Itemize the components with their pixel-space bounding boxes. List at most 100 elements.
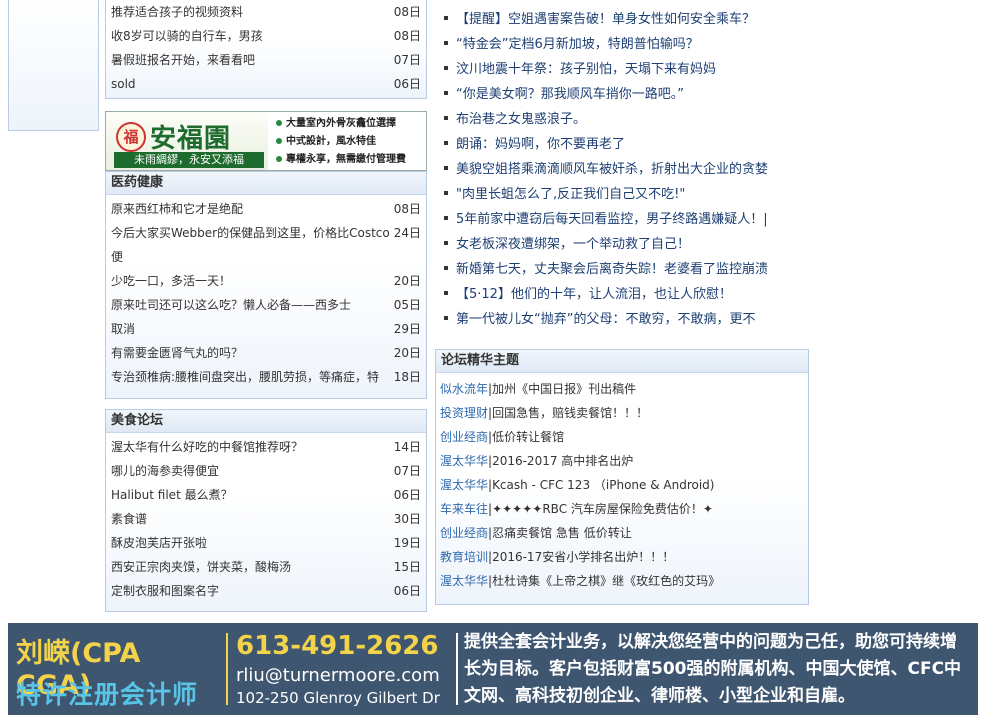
list-item-date: 20日 — [393, 346, 421, 360]
news-link[interactable]: 新婚第七天，丈夫聚会后离奇失踪！老婆看了监控崩溃 — [456, 262, 768, 277]
list-item[interactable]: 专治颈椎病:腰椎间盘突出，腰肌劳损，等痛症，特 18日 — [106, 365, 426, 389]
news-item[interactable]: 5年前家中遭窃后每天回看监控，男子终路遇嫌疑人！| — [436, 207, 796, 232]
list-item[interactable]: 原来西红柿和它才是绝配 08日 — [106, 197, 426, 221]
bullet-icon — [444, 166, 448, 170]
news-link[interactable]: 5年前家中遭窃后每天回看监控，男子终路遇嫌疑人！| — [456, 212, 768, 227]
forum-item[interactable]: 创业经商|低价转让餐馆 — [440, 425, 808, 449]
list-item[interactable]: 少吃一口，多活一天！ 20日 — [106, 269, 426, 293]
list-item-link[interactable]: 取消 — [111, 322, 135, 336]
news-item[interactable]: 汶川地震十年祭：孩子别怕，天塌下来有妈妈 — [436, 57, 796, 82]
list-item-link[interactable]: 原来西红柿和它才是绝配 — [111, 202, 243, 216]
list-item[interactable]: 收8岁可以骑的自行车，男孩 08日 — [106, 24, 426, 48]
list-item-link[interactable]: 专治颈椎病:腰椎间盘突出，腰肌劳损，等痛症，特 — [111, 370, 379, 384]
forum-list: 似水流年|加州《中国日报》刊出稿件 投资理财|回国急售，赔钱卖餐馆！！！ 创业经商|… — [436, 373, 808, 593]
forum-item[interactable]: 创业经商|忍痛卖餐馆 急售 低价转让 — [440, 521, 808, 545]
news-link[interactable]: 【提醒】空姐遇害案告破！单身女性如何安全乘车？ — [456, 12, 755, 27]
list-item-link[interactable]: 少吃一口，多活一天！ — [111, 274, 231, 288]
list-item[interactable]: 推荐适合孩子的视频资料 08日 — [106, 0, 426, 24]
forum-topic-link[interactable]: 杜杜诗集《上帝之棋》继《玫红色的艾玛》 — [492, 574, 720, 588]
accountant-ad-banner[interactable]: 刘嵘(CPA CGA) 特许注册会计师 613-491-2626 rliu@tu… — [8, 623, 978, 715]
bullet-icon — [276, 156, 282, 162]
forum-topic-link[interactable]: 加州《中国日报》刊出稿件 — [492, 382, 636, 396]
news-link[interactable]: 【5·12】他们的十年，让人流泪，也让人欣慰！ — [456, 287, 732, 302]
forum-topic-link[interactable]: 2016-17安省小学排名出炉！！！ — [492, 550, 674, 564]
list-item-link[interactable]: Halibut filet 最么煮？ — [111, 488, 233, 502]
news-item[interactable]: 美貌空姐搭乘滴滴顺风车被奸杀，折射出大企业的贪婪 — [436, 157, 796, 182]
list-item[interactable]: 暑假班报名开始，来看看吧 07日 — [106, 48, 426, 72]
news-item[interactable]: 第一代被儿女“抛弃”的父母：不敢穷，不敢病，更不 — [436, 307, 796, 332]
list-item[interactable]: 原来吐司还可以这么吃？懒人必备——西多士 05日 — [106, 293, 426, 317]
list-item-link[interactable]: 酥皮泡芙店开张啦 — [111, 536, 207, 550]
news-link[interactable]: 朗诵：妈妈啊，你不要再老了 — [456, 137, 625, 152]
list-item-link[interactable]: 今后大家买Webber的保健品到这里，价格比Costco便 — [111, 226, 390, 264]
bullet-icon — [444, 266, 448, 270]
list-item[interactable]: 酥皮泡芙店开张啦 19日 — [106, 531, 426, 555]
list-item-link[interactable]: 有需要金匮肾气丸的吗？ — [111, 346, 243, 360]
news-link[interactable]: 布治巷之女鬼惑浪子。 — [456, 112, 586, 127]
list-item[interactable]: sold 06日 — [106, 72, 426, 96]
list-item[interactable]: 西安正宗肉夹馍，饼夹菜，酸梅汤 15日 — [106, 555, 426, 579]
forum-item[interactable]: 似水流年|加州《中国日报》刊出稿件 — [440, 377, 808, 401]
news-item[interactable]: 【提醒】空姐遇害案告破！单身女性如何安全乘车？ — [436, 7, 796, 32]
list-item-link[interactable]: 西安正宗肉夹馍，饼夹菜，酸梅汤 — [111, 560, 291, 574]
news-item[interactable]: "肉里长蛆怎么了,反正我们自己又不吃!" — [436, 182, 796, 207]
forum-topic-link[interactable]: 低价转让餐馆 — [492, 430, 564, 444]
forum-topic-link[interactable]: Kcash - CFC 123 （iPhone & Android) — [492, 478, 714, 492]
bullet-icon — [444, 241, 448, 245]
list-item-link[interactable]: 渥太华有什么好吃的中餐馆推荐呀？ — [111, 440, 303, 454]
list-item-link[interactable]: sold — [111, 77, 136, 91]
forum-box-title: 论坛精华主题 — [436, 350, 808, 373]
list-item-link[interactable]: 素食谱 — [111, 512, 147, 526]
forum-item[interactable]: 渥太华华|Kcash - CFC 123 （iPhone & Android) — [440, 473, 808, 497]
forum-category-link[interactable]: 教育培训 — [440, 550, 488, 564]
list-item-link[interactable]: 推荐适合孩子的视频资料 — [111, 5, 243, 19]
list-item-link[interactable]: 暑假班报名开始，来看看吧 — [111, 53, 255, 67]
forum-item[interactable]: 渥太华华|杜杜诗集《上帝之棋》继《玫红色的艾玛》 — [440, 569, 808, 593]
news-link[interactable]: "肉里长蛆怎么了,反正我们自己又不吃!" — [456, 187, 685, 202]
bullet-icon — [444, 291, 448, 295]
news-link[interactable]: “特金会”定档6月新加坡，特朗普怕输吗？ — [456, 37, 699, 52]
forum-category-link[interactable]: 投资理财 — [440, 406, 488, 420]
fu-badge-icon: 福 — [116, 122, 146, 152]
forum-item[interactable]: 渥太华华|2016-2017 高中排名出炉 — [440, 449, 808, 473]
list-item[interactable]: Halibut filet 最么煮？ 06日 — [106, 483, 426, 507]
list-item[interactable]: 取消 29日 — [106, 317, 426, 341]
forum-category-link[interactable]: 渥太华华 — [440, 454, 488, 468]
forum-item[interactable]: 投资理财|回国急售，赔钱卖餐馆！！！ — [440, 401, 808, 425]
forum-topic-link[interactable]: 忍痛卖餐馆 急售 低价转让 — [492, 526, 632, 540]
anfuyuan-ad-banner[interactable]: 福 安福園 未雨綢繆，永安又添福 大量室內外骨灰龕位選擇 中式設計，風水特佳 專… — [105, 111, 427, 171]
list-item-link[interactable]: 收8岁可以骑的自行车，男孩 — [111, 29, 263, 43]
news-link[interactable]: 汶川地震十年祭：孩子别怕，天塌下来有妈妈 — [456, 62, 716, 77]
forum-category-link[interactable]: 创业经商 — [440, 526, 488, 540]
forum-category-link[interactable]: 似水流年 — [440, 382, 488, 396]
news-link[interactable]: “你是美女啊？那我顺风车捎你一路吧。” — [456, 87, 684, 102]
news-item[interactable]: 朗诵：妈妈啊，你不要再老了 — [436, 132, 796, 157]
forum-topic-link[interactable]: 2016-2017 高中排名出炉 — [492, 454, 633, 468]
list-item-link[interactable]: 原来吐司还可以这么吃？懒人必备——西多士 — [111, 298, 351, 312]
list-item-link[interactable]: 哪儿的海参卖得便宜 — [111, 464, 219, 478]
forum-category-link[interactable]: 渥太华华 — [440, 574, 488, 588]
forum-item[interactable]: 车来车往|✦✦✦✦✦RBC 汽车房屋保险免费估价！✦ — [440, 497, 808, 521]
forum-category-link[interactable]: 创业经商 — [440, 430, 488, 444]
list-item[interactable]: 有需要金匮肾气丸的吗？ 20日 — [106, 341, 426, 365]
news-item[interactable]: “特金会”定档6月新加坡，特朗普怕输吗？ — [436, 32, 796, 57]
forum-category-link[interactable]: 车来车往 — [440, 502, 488, 516]
news-item[interactable]: 布治巷之女鬼惑浪子。 — [436, 107, 796, 132]
list-item[interactable]: 定制衣服和图案名字 06日 — [106, 579, 426, 603]
list-item-link[interactable]: 定制衣服和图案名字 — [111, 584, 219, 598]
list-item[interactable]: 素食谱 30日 — [106, 507, 426, 531]
list-item[interactable]: 渥太华有什么好吃的中餐馆推荐呀？ 14日 — [106, 435, 426, 459]
news-item[interactable]: “你是美女啊？那我顺风车捎你一路吧。” — [436, 82, 796, 107]
list-item[interactable]: 今后大家买Webber的保健品到这里，价格比Costco便 24日 — [106, 221, 426, 269]
news-item[interactable]: 新婚第七天，丈夫聚会后离奇失踪！老婆看了监控崩溃 — [436, 257, 796, 282]
news-item[interactable]: 【5·12】他们的十年，让人流泪，也让人欣慰！ — [436, 282, 796, 307]
news-link[interactable]: 女老板深夜遭绑架，一个举动救了自己！ — [456, 237, 690, 252]
news-link[interactable]: 第一代被儿女“抛弃”的父母：不敢穷，不敢病，更不 — [456, 312, 755, 327]
news-link[interactable]: 美貌空姐搭乘滴滴顺风车被奸杀，折射出大企业的贪婪 — [456, 162, 768, 177]
forum-topic-link[interactable]: ✦✦✦✦✦RBC 汽车房屋保险免费估价！✦ — [492, 502, 713, 516]
news-item[interactable]: 女老板深夜遭绑架，一个举动救了自己！ — [436, 232, 796, 257]
forum-item[interactable]: 教育培训|2016-17安省小学排名出炉！！！ — [440, 545, 808, 569]
forum-topic-link[interactable]: 回国急售，赔钱卖餐馆！！！ — [492, 406, 648, 420]
forum-category-link[interactable]: 渥太华华 — [440, 478, 488, 492]
list-item[interactable]: 哪儿的海参卖得便宜 07日 — [106, 459, 426, 483]
